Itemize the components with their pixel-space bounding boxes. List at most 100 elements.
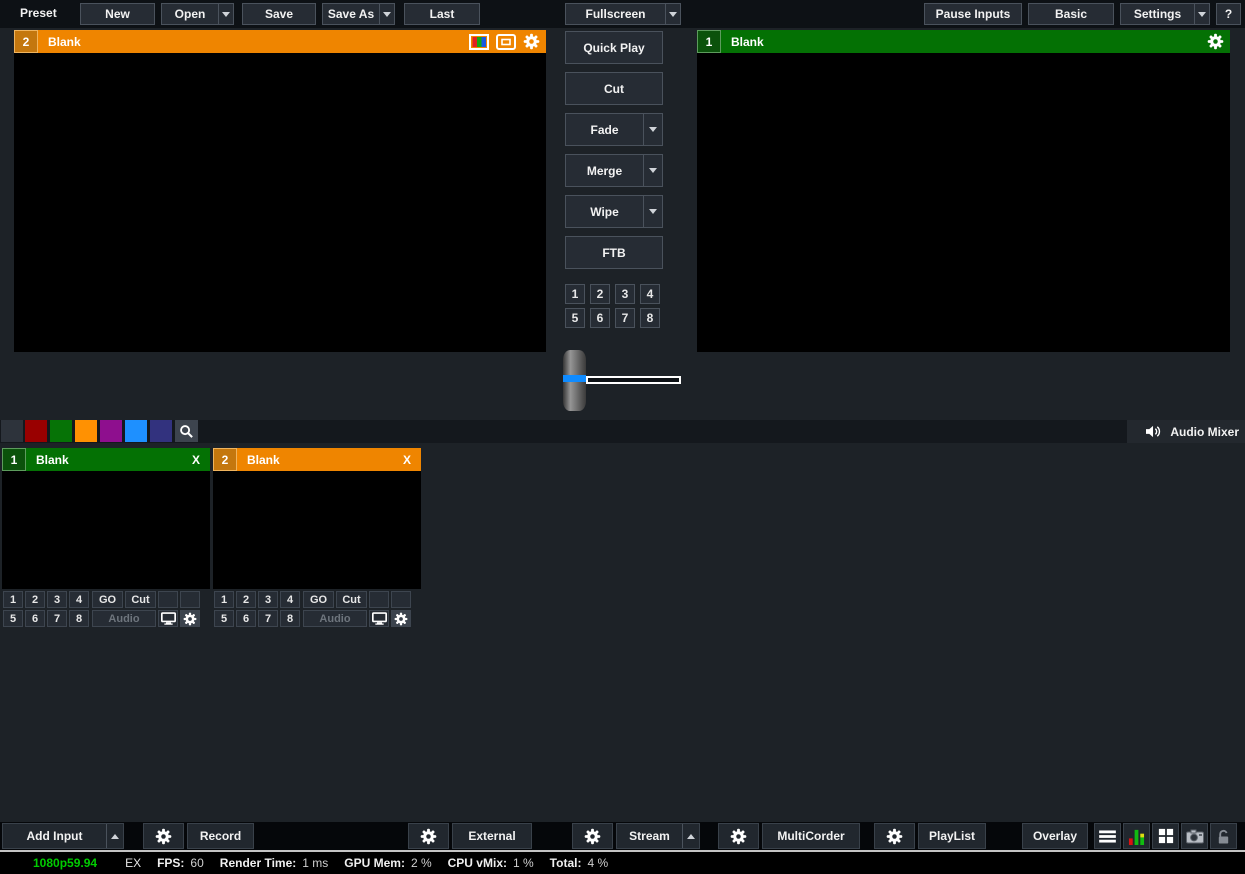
transition-slider-track[interactable] bbox=[586, 376, 681, 384]
color-swatch[interactable] bbox=[150, 420, 172, 442]
wipe-button-label[interactable]: Wipe bbox=[566, 196, 643, 227]
overlay-number-6[interactable]: 6 bbox=[590, 308, 610, 328]
settings-dropdown[interactable] bbox=[1194, 4, 1209, 24]
save-button[interactable]: Save bbox=[242, 3, 316, 25]
color-swatch[interactable] bbox=[25, 420, 47, 442]
overlay-number-2[interactable]: 2 bbox=[590, 284, 610, 304]
pause-inputs-button[interactable]: Pause Inputs bbox=[924, 3, 1022, 25]
input-2-thumbnail[interactable] bbox=[213, 471, 421, 589]
fullscreen-button-label[interactable]: Fullscreen bbox=[566, 4, 665, 24]
overlay-button[interactable]: Overlay bbox=[1022, 823, 1088, 849]
merge-button-label[interactable]: Merge bbox=[566, 155, 643, 186]
input-1-fullscreen-button[interactable] bbox=[158, 610, 178, 627]
overlay-number-7[interactable]: 7 bbox=[615, 308, 635, 328]
input-1-thumbnail[interactable] bbox=[2, 471, 210, 589]
merge-dropdown[interactable] bbox=[643, 155, 662, 186]
fullscreen-button[interactable]: Fullscreen bbox=[565, 3, 681, 25]
input-1-title-bar[interactable]: 1 Blank X bbox=[2, 448, 210, 471]
stream-button-label[interactable]: Stream bbox=[617, 824, 682, 848]
stream-button[interactable]: Stream bbox=[616, 823, 700, 849]
overlay-number-4[interactable]: 4 bbox=[640, 284, 660, 304]
shortcuts-menu-button[interactable] bbox=[1094, 823, 1121, 849]
gear-icon[interactable] bbox=[523, 33, 540, 50]
input-2-quickplay-8[interactable]: 8 bbox=[280, 610, 300, 627]
playlist-settings-button[interactable] bbox=[874, 823, 915, 849]
multicorder-settings-button[interactable] bbox=[718, 823, 759, 849]
input-1-settings-button[interactable] bbox=[180, 610, 200, 627]
input-1-go-button[interactable]: GO bbox=[92, 591, 123, 608]
settings-button-label[interactable]: Settings bbox=[1121, 4, 1194, 24]
help-button[interactable]: ? bbox=[1216, 3, 1241, 25]
color-bars-icon[interactable] bbox=[469, 34, 489, 50]
open-dropdown[interactable] bbox=[218, 4, 233, 24]
add-input-button-label[interactable]: Add Input bbox=[3, 824, 106, 848]
input-1-cut-button[interactable]: Cut bbox=[125, 591, 156, 608]
record-button[interactable]: Record bbox=[187, 823, 254, 849]
add-input-dropdown[interactable] bbox=[106, 824, 123, 848]
multicorder-button[interactable]: MultiCorder bbox=[762, 823, 860, 849]
wipe-button[interactable]: Wipe bbox=[565, 195, 663, 228]
overlay-number-8[interactable]: 8 bbox=[640, 308, 660, 328]
add-input-button[interactable]: Add Input bbox=[2, 823, 124, 849]
external-button[interactable]: External bbox=[452, 823, 532, 849]
color-swatch[interactable] bbox=[125, 420, 147, 442]
external-settings-button[interactable] bbox=[408, 823, 449, 849]
fullscreen-dropdown[interactable] bbox=[665, 4, 680, 24]
input-2-fullscreen-button[interactable] bbox=[369, 610, 389, 627]
input-1-quickplay-6[interactable]: 6 bbox=[25, 610, 45, 627]
input-1-quickplay-7[interactable]: 7 bbox=[47, 610, 67, 627]
new-button[interactable]: New bbox=[80, 3, 155, 25]
fullscreen-window-icon[interactable] bbox=[496, 34, 516, 50]
snapshot-button[interactable] bbox=[1181, 823, 1208, 849]
input-2-settings-button[interactable] bbox=[391, 610, 411, 627]
color-swatch[interactable] bbox=[75, 420, 97, 442]
record-settings-button[interactable] bbox=[143, 823, 184, 849]
input-1-quickplay-4[interactable]: 4 bbox=[69, 591, 89, 608]
ftb-button[interactable]: FTB bbox=[565, 236, 663, 269]
stream-dropdown[interactable] bbox=[682, 824, 699, 848]
gear-icon[interactable] bbox=[1207, 33, 1224, 50]
fade-button[interactable]: Fade bbox=[565, 113, 663, 146]
save-as-dropdown[interactable] bbox=[379, 4, 394, 24]
input-2-quickplay-3[interactable]: 3 bbox=[258, 591, 278, 608]
overlay-number-3[interactable]: 3 bbox=[615, 284, 635, 304]
settings-button[interactable]: Settings bbox=[1120, 3, 1210, 25]
input-2-quickplay-7[interactable]: 7 bbox=[258, 610, 278, 627]
input-1-close-button[interactable]: X bbox=[192, 453, 200, 467]
input-2-quickplay-4[interactable]: 4 bbox=[280, 591, 300, 608]
input-1-quickplay-5[interactable]: 5 bbox=[3, 610, 23, 627]
input-1-audio-button[interactable]: Audio bbox=[92, 610, 156, 627]
resolution-indicator[interactable]: 1080p59.94 bbox=[33, 856, 97, 870]
color-swatch[interactable] bbox=[100, 420, 122, 442]
search-button[interactable] bbox=[175, 420, 198, 442]
input-2-quickplay-5[interactable]: 5 bbox=[214, 610, 234, 627]
fade-dropdown[interactable] bbox=[643, 114, 662, 145]
audio-meters-button[interactable] bbox=[1123, 823, 1150, 849]
input-2-go-button[interactable]: GO bbox=[303, 591, 334, 608]
wipe-dropdown[interactable] bbox=[643, 196, 662, 227]
last-button[interactable]: Last bbox=[404, 3, 480, 25]
open-button-label[interactable]: Open bbox=[162, 4, 218, 24]
audio-mixer-button[interactable]: Audio Mixer bbox=[1127, 420, 1245, 443]
cut-button[interactable]: Cut bbox=[565, 72, 663, 105]
input-2-audio-button[interactable]: Audio bbox=[303, 610, 367, 627]
input-1-quickplay-2[interactable]: 2 bbox=[25, 591, 45, 608]
overlay-number-5[interactable]: 5 bbox=[565, 308, 585, 328]
program-video-area[interactable] bbox=[697, 53, 1230, 352]
color-swatch[interactable] bbox=[50, 420, 72, 442]
input-1-quickplay-3[interactable]: 3 bbox=[47, 591, 67, 608]
color-swatch[interactable] bbox=[1, 420, 23, 442]
open-button[interactable]: Open bbox=[161, 3, 234, 25]
stream-settings-button[interactable] bbox=[572, 823, 613, 849]
quick-play-button[interactable]: Quick Play bbox=[565, 31, 663, 64]
input-2-quickplay-6[interactable]: 6 bbox=[236, 610, 256, 627]
input-1-quickplay-1[interactable]: 1 bbox=[3, 591, 23, 608]
input-2-cut-button[interactable]: Cut bbox=[336, 591, 367, 608]
input-2-quickplay-1[interactable]: 1 bbox=[214, 591, 234, 608]
input-2-title-bar[interactable]: 2 Blank X bbox=[213, 448, 421, 471]
lock-button[interactable] bbox=[1210, 823, 1237, 849]
layout-grid-button[interactable] bbox=[1152, 823, 1179, 849]
save-as-button-label[interactable]: Save As bbox=[323, 4, 379, 24]
basic-button[interactable]: Basic bbox=[1028, 3, 1114, 25]
overlay-number-1[interactable]: 1 bbox=[565, 284, 585, 304]
